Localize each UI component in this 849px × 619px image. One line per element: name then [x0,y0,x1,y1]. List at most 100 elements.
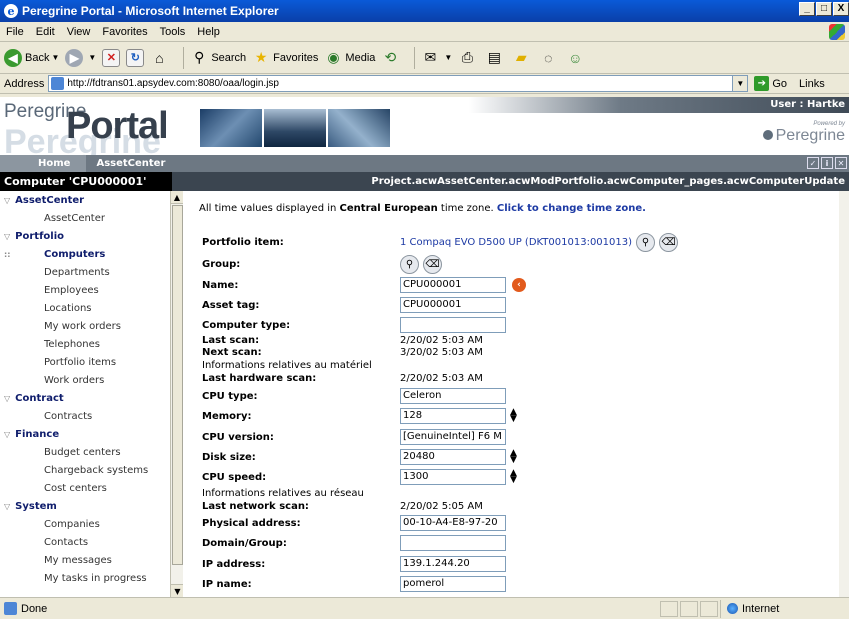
sidebar: ▽ AssetCenter AssetCenter ▽ Portfolio :: Co… [0,191,170,597]
network-section-note: Informations relatives au réseau [202,488,364,499]
menu-view[interactable]: View [61,26,97,38]
home-button[interactable]: ⌂ [150,49,171,67]
back-button[interactable]: ◀ Back ▼ [4,48,59,67]
maximize-button[interactable]: □ [816,2,832,16]
main-scrollbar[interactable] [839,191,849,597]
nav-home[interactable]: Home [0,155,87,172]
sidebar-item-budget-centers[interactable]: Budget centers [0,443,170,461]
sidebar-item-cost-centers[interactable]: Cost centers [0,479,170,497]
page-title-bar: Computer 'CPU000001' Project.acwAssetCen… [0,172,849,191]
stop-button[interactable]: ✕ [102,48,121,67]
menu-edit[interactable]: Edit [30,26,61,38]
sidebar-item-my-tasks[interactable]: My tasks in progress [0,569,170,587]
sidebar-item-companies[interactable]: Companies [0,515,170,533]
cpu-type-field[interactable]: Celeron [400,388,506,404]
cpu-speed-spinner[interactable]: ▲ ▼ [510,469,517,485]
row-physical-address: Physical address: 00-10-A4-E8-97-20 [202,514,822,532]
minimize-portal-icon[interactable]: ✓ [807,157,819,169]
physical-address-field[interactable]: 00-10-A4-E8-97-20 [400,515,506,531]
cpu-speed-field[interactable]: 1300 [400,469,506,485]
favorites-button[interactable]: ★ Favorites [252,49,319,67]
menu-file[interactable]: File [0,26,30,38]
sidebar-category-finance[interactable]: ▽ Finance [0,425,170,443]
refresh-button[interactable]: ↻ [126,48,145,67]
sidebar-item-telephones[interactable]: Telephones [0,335,170,353]
stop-icon: ✕ [102,48,121,67]
ip-address-field[interactable]: 139.1.244.20 [400,556,506,572]
history-button[interactable]: ⟲ [381,49,402,67]
search-button[interactable]: ⚲ Search [190,49,246,67]
discuss-button[interactable]: ◌ [539,49,560,67]
minimize-button[interactable]: _ [799,2,815,16]
sidebar-item-locations[interactable]: Locations [0,299,170,317]
media-button[interactable]: ◉ Media [324,49,375,67]
next-scan-value: 3/20/02 5:03 AM [400,346,483,358]
menu-tools[interactable]: Tools [154,26,192,38]
menu-favorites[interactable]: Favorites [96,26,153,38]
asset-tag-field[interactable]: CPU000001 [400,297,506,313]
links-button[interactable]: Links [799,78,825,90]
title-bar[interactable]: e Peregrine Portal - Microsoft Internet … [0,0,849,22]
computer-type-field[interactable] [400,317,506,333]
status-panel [700,600,718,617]
sidebar-item-contracts[interactable]: Contracts [0,407,170,425]
close-button[interactable]: X [833,2,849,16]
sidebar-item-assetcenter[interactable]: AssetCenter [0,209,170,227]
row-cpu-type: CPU type: Celeron [202,387,822,405]
memory-spinner[interactable]: ▲ ▼ [510,408,517,424]
nav-assetcenter[interactable]: AssetCenter [86,155,169,172]
spin-down-icon[interactable]: ▼ [510,456,517,465]
sidebar-item-portfolio-items[interactable]: Portfolio items [0,353,170,371]
scroll-thumb[interactable] [172,205,183,565]
edit-button[interactable]: ▤ [485,49,506,67]
mail-button[interactable]: ✉ ▼ [421,49,453,67]
menu-help[interactable]: Help [191,26,226,38]
reset-arrow-icon[interactable]: ‹ [512,278,526,292]
ip-name-field[interactable]: pomerol [400,576,506,592]
name-field[interactable]: CPU000001 [400,277,506,293]
sidebar-category-system[interactable]: ▽ System [0,497,170,515]
forward-button[interactable]: ▶ ▼ [65,48,96,67]
sidebar-category-assetcenter[interactable]: ▽ AssetCenter [0,191,170,209]
group-label: Group: [202,258,241,270]
messenger-button[interactable]: ☺ [566,49,587,67]
sidebar-item-computers[interactable]: :: Computers [0,245,170,263]
change-timezone-link[interactable]: Click to change time zone. [497,203,646,214]
info-icon[interactable]: i [821,157,833,169]
disk-size-spinner[interactable]: ▲ ▼ [510,449,517,465]
sidebar-category-contract[interactable]: ▽ Contract [0,389,170,407]
address-input[interactable]: http://fdtrans01.apsydev.com:8080/oaa/lo… [48,75,749,92]
last-hw-scan-label: Last hardware scan: [202,372,317,384]
eraser-icon[interactable]: ⌫ [423,254,442,274]
search-label: Search [211,51,247,64]
sidebar-item-contacts[interactable]: Contacts [0,533,170,551]
folder-button[interactable]: ▰ [512,49,533,67]
sidebar-item-my-messages[interactable]: My messages [0,551,170,569]
disk-size-field[interactable]: 20480 [400,449,506,465]
sidebar-item-my-work-orders[interactable]: My work orders [0,317,170,335]
row-cpu-speed: CPU speed: 1300 ▲ ▼ [202,468,822,486]
sidebar-item-work-orders[interactable]: Work orders [0,371,170,389]
eraser-icon[interactable]: ⌫ [659,232,679,252]
domain-group-label: Domain/Group: [202,537,287,549]
sidebar-scrollbar[interactable]: ▲ ▼ [170,191,184,597]
print-button[interactable]: ⎙ [458,49,479,67]
portfolio-item-link[interactable]: 1 Compaq EVO D500 UP (DKT001013:001013) [400,237,632,248]
sidebar-item-chargeback-systems[interactable]: Chargeback systems [0,461,170,479]
address-dropdown-icon[interactable]: ▼ [732,76,748,91]
magnifier-icon[interactable]: ⚲ [636,232,656,252]
scroll-up-icon[interactable]: ▲ [171,191,183,204]
domain-group-field[interactable] [400,535,506,551]
memory-field[interactable]: 128 [400,408,506,424]
next-scan-label: Next scan: [202,346,262,358]
spin-down-icon[interactable]: ▼ [510,476,517,485]
last-net-scan-value: 2/20/02 5:05 AM [400,500,483,512]
go-button[interactable]: ➔ Go [754,76,787,91]
magnifier-icon[interactable]: ⚲ [400,254,419,274]
cpu-version-field[interactable]: [GenuineIntel] F6 M [400,429,506,445]
close-portal-icon[interactable]: ✕ [835,157,847,169]
spin-down-icon[interactable]: ▼ [510,415,517,424]
sidebar-category-portfolio[interactable]: ▽ Portfolio [0,227,170,245]
sidebar-item-departments[interactable]: Departments [0,263,170,281]
sidebar-item-employees[interactable]: Employees [0,281,170,299]
